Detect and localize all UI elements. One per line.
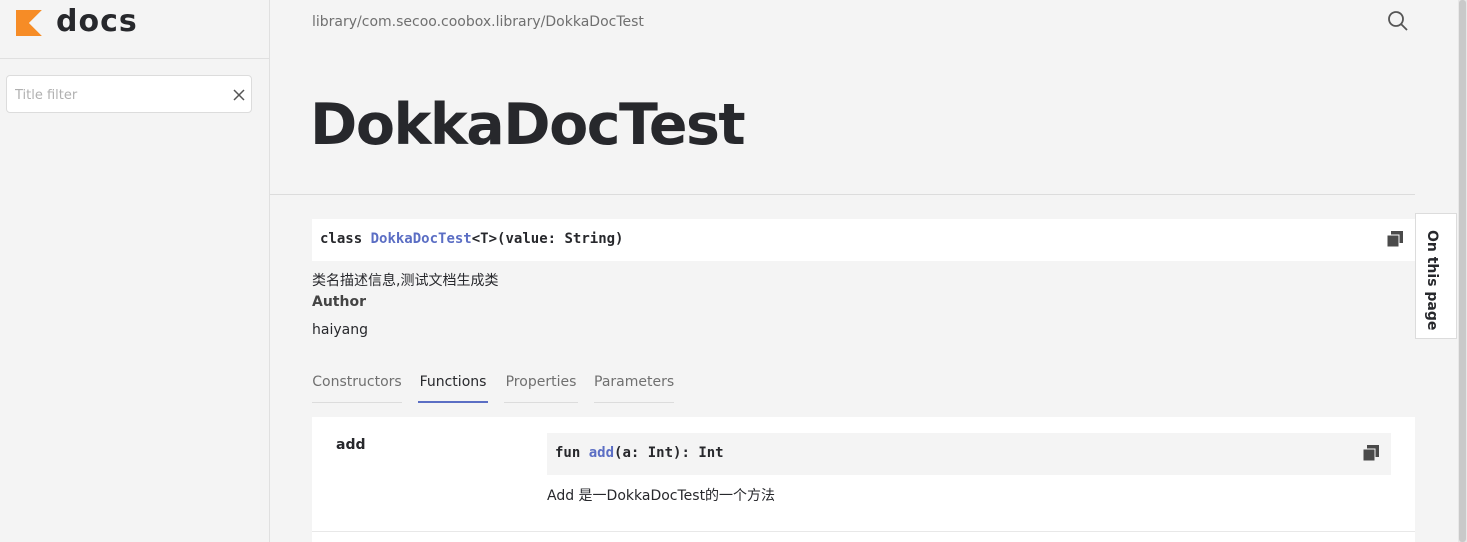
logo-bar: docs — [0, 0, 269, 59]
scrollbar[interactable] — [1458, 0, 1467, 542]
divider — [270, 194, 1415, 195]
page-title: DokkaDocTest — [310, 92, 746, 158]
main-content: library/com.secoo.coobox.library/DokkaDo… — [270, 0, 1467, 542]
functions-table: add fun add(a: Int): Int Add 是一DokkaDocT… — [312, 417, 1415, 542]
scrollbar-thumb[interactable] — [1459, 0, 1466, 542]
title-filter-input[interactable] — [15, 84, 215, 106]
signature-class-link[interactable]: DokkaDocTest — [371, 231, 472, 247]
function-description: Add 是一DokkaDocTest的一个方法 — [547, 488, 776, 504]
class-signature: class DokkaDocTest<T>(value: String) — [312, 219, 1415, 261]
function-keyword: fun — [555, 445, 581, 461]
author-value: haiyang — [312, 322, 368, 338]
logo-text[interactable]: docs — [56, 4, 138, 39]
function-signature: fun add(a: Int): Int — [547, 433, 1391, 475]
tab-properties[interactable]: Properties — [504, 366, 578, 403]
function-signature-rest: (a: Int): Int — [614, 445, 724, 461]
signature-rest: (value: String) — [497, 231, 624, 247]
on-this-page-toggle[interactable]: On this page — [1415, 213, 1457, 339]
signature-type-param: <T> — [471, 231, 498, 247]
author-heading: Author — [312, 294, 366, 310]
search-icon[interactable] — [1386, 9, 1410, 33]
function-name-link[interactable]: add — [336, 437, 366, 453]
on-this-page-label: On this page — [1424, 230, 1440, 331]
row-divider — [312, 531, 1415, 532]
breadcrumb[interactable]: library/com.secoo.coobox.library/DokkaDo… — [312, 14, 644, 30]
function-signature-link[interactable]: add — [589, 445, 614, 461]
title-filter — [6, 75, 252, 113]
class-description: 类名描述信息,测试文档生成类 — [312, 273, 499, 289]
signature-code: class DokkaDocTest<T>(value: String) — [320, 231, 623, 247]
tab-parameters[interactable]: Parameters — [594, 366, 674, 403]
tab-constructors[interactable]: Constructors — [312, 366, 402, 403]
function-signature-code: fun add(a: Int): Int — [555, 445, 724, 461]
close-icon[interactable] — [232, 88, 246, 102]
signature-keyword: class — [320, 231, 363, 247]
copy-icon[interactable] — [1363, 445, 1379, 461]
copy-icon[interactable] — [1387, 231, 1403, 247]
kotlin-k-icon[interactable] — [16, 10, 42, 36]
sidebar: docs — [0, 0, 270, 542]
tab-functions[interactable]: Functions — [418, 366, 488, 403]
